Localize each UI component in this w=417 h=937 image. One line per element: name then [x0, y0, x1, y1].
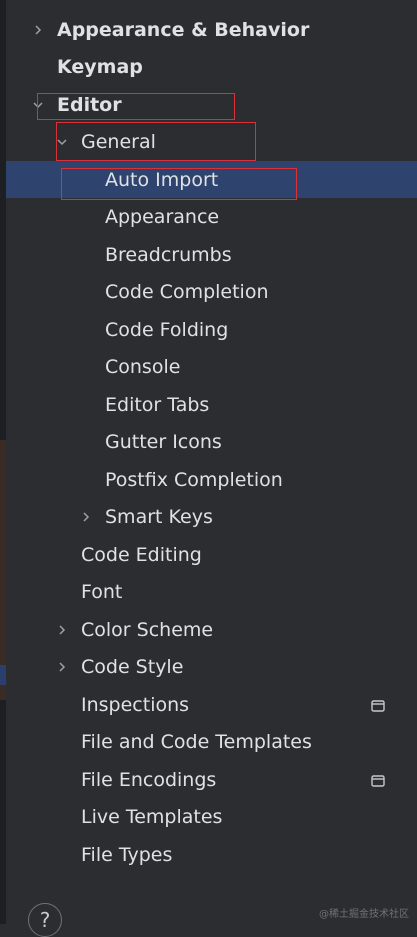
tree-item-breadcrumbs[interactable]: Breadcrumbs [0, 236, 417, 273]
tree-item-keymap[interactable]: Keymap [0, 49, 417, 86]
chevron-right-icon[interactable] [28, 20, 48, 40]
tree-item-label: Console [105, 356, 181, 378]
tree-item-code-folding[interactable]: Code Folding [0, 311, 417, 348]
tree-item-label: Font [81, 581, 123, 603]
tree-item-label: File and Code Templates [81, 731, 312, 753]
tree-item-font[interactable]: Font [0, 574, 417, 611]
tree-item-file-and-code-templates[interactable]: File and Code Templates [0, 724, 417, 761]
tree-item-label: Live Templates [81, 806, 223, 828]
tree-item-label: Editor Tabs [105, 393, 210, 416]
project-scope-icon [370, 697, 386, 713]
tree-item-label: Code Folding [105, 318, 229, 341]
tree-item-label: Appearance [105, 206, 220, 228]
tree-item-editor-tabs[interactable]: Editor Tabs [0, 386, 417, 423]
tree-item-label: General [81, 131, 156, 153]
tree-item-smart-keys[interactable]: Smart Keys [0, 499, 417, 536]
tree-item-general[interactable]: General [0, 124, 417, 161]
tree-item-label: File Types [81, 843, 173, 866]
tree-item-label: Gutter Icons [105, 431, 222, 453]
tree-item-file-encodings[interactable]: File Encodings [0, 761, 417, 798]
tree-item-label: Breadcrumbs [105, 243, 232, 266]
tree-item-label: Postfix Completion [105, 468, 283, 491]
tree-item-auto-import[interactable]: Auto Import [6, 161, 417, 198]
tree-item-appearance[interactable]: Appearance [0, 199, 417, 236]
tree-item-label: Editor [57, 93, 122, 116]
tree-item-label: Smart Keys [105, 506, 213, 528]
tree-item-console[interactable]: Console [0, 349, 417, 386]
tree-item-label: Keymap [57, 56, 143, 78]
chevron-right-icon[interactable] [52, 657, 72, 677]
tree-item-code-style[interactable]: Code Style [0, 649, 417, 686]
tree-item-file-types[interactable]: File Types [0, 836, 417, 873]
project-scope-icon [370, 772, 386, 788]
tree-item-label: Appearance & Behavior [57, 18, 310, 41]
tree-item-live-templates[interactable]: Live Templates [0, 799, 417, 836]
chevron-right-icon[interactable] [76, 507, 96, 527]
help-button[interactable]: ? [28, 903, 62, 937]
tree-item-label: Code Completion [105, 281, 269, 303]
chevron-down-icon[interactable] [52, 132, 72, 152]
tree-item-postfix-completion[interactable]: Postfix Completion [0, 461, 417, 498]
tree-item-gutter-icons[interactable]: Gutter Icons [0, 424, 417, 461]
watermark: @稀土掘金技术社区 [319, 909, 409, 920]
tree-item-editor[interactable]: Editor [0, 86, 417, 123]
tree-item-label: File Encodings [81, 768, 217, 791]
tree-item-code-completion[interactable]: Code Completion [0, 274, 417, 311]
help-glyph: ? [39, 908, 51, 932]
tree-item-code-editing[interactable]: Code Editing [0, 536, 417, 573]
tree-item-label: Code Style [81, 656, 184, 678]
chevron-right-icon[interactable] [52, 620, 72, 640]
tree-item-color-scheme[interactable]: Color Scheme [0, 611, 417, 648]
tree-item-label: Inspections [81, 693, 190, 716]
tree-item-inspections[interactable]: Inspections [0, 686, 417, 723]
tree-item-label: Code Editing [81, 543, 202, 566]
tree-item-label: Color Scheme [81, 618, 214, 641]
tree-item-appearance-and-behavior[interactable]: Appearance & Behavior [0, 11, 417, 48]
tree-item-label: Auto Import [105, 168, 219, 191]
chevron-down-icon[interactable] [28, 95, 48, 115]
